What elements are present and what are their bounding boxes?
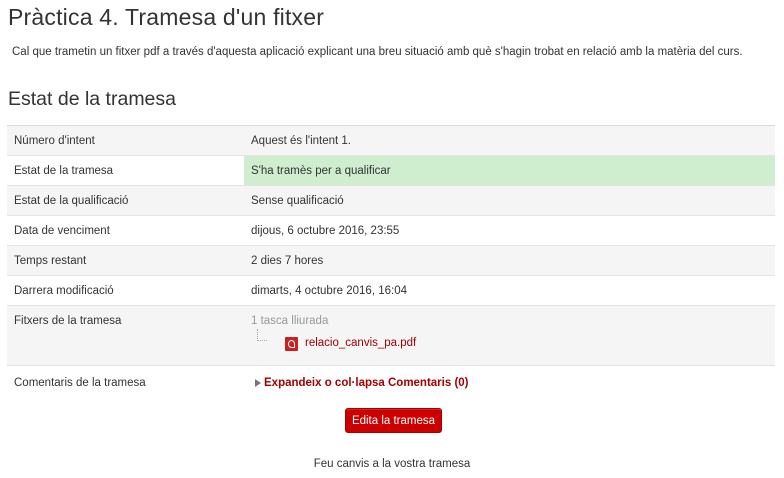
row-value: 1 tasca lliurada relacio_canvis_pa.pdf [244, 305, 775, 366]
row-value: Expandeix o col·lapsa Comentaris (0) [244, 365, 775, 396]
row-label: Estat de la qualificació [7, 185, 244, 216]
row-label: Número d'intent [7, 125, 244, 156]
submitted-file-link[interactable]: relacio_canvis_pa.pdf [305, 337, 416, 349]
row-label: Temps restant [7, 245, 244, 276]
pdf-icon [285, 337, 298, 351]
table-row-due-date: Data de venciment dijous, 6 octubre 2016… [7, 215, 775, 246]
edit-help-text: Feu canvis a la vostra tramesa [313, 458, 471, 470]
table-row-attempt-number: Número d'intent Aquest és l'intent 1. [7, 125, 775, 156]
table-row-grading-status: Estat de la qualificació Sense qualifica… [7, 185, 775, 216]
row-label: Comentaris de la tramesa [7, 365, 244, 396]
submission-status-table: Número d'intent Aquest és l'intent 1. Es… [7, 125, 775, 396]
expand-triangle-icon [255, 378, 261, 387]
row-value: Aquest és l'intent 1. [244, 125, 775, 156]
row-value: 2 dies 7 hores [244, 245, 775, 276]
section-title: Estat de la tramesa [8, 88, 176, 110]
submission-status-value: S'ha tramès per a qualificar [244, 155, 775, 186]
table-row-last-modified: Darrera modificació dimarts, 4 octubre 2… [7, 275, 775, 306]
tree-connector [257, 329, 267, 341]
assignment-description: Cal que trametin un fitxer pdf a través … [12, 46, 743, 58]
table-row-time-remaining: Temps restant 2 dies 7 hores [7, 245, 775, 276]
row-value: dijous, 6 octubre 2016, 23:55 [244, 215, 775, 246]
table-row-submission-files: Fitxers de la tramesa 1 tasca lliurada r… [7, 305, 775, 366]
row-value: dimarts, 4 octubre 2016, 16:04 [244, 275, 775, 306]
row-label: Darrera modificació [7, 275, 244, 306]
page-title: Pràctica 4. Tramesa d'un fitxer [8, 4, 325, 30]
comments-toggle-link[interactable]: Expandeix o col·lapsa Comentaris (0) [251, 377, 469, 389]
comments-toggle-label: Expandeix o col·lapsa Comentaris (0) [264, 376, 469, 389]
row-value: Sense qualificació [244, 185, 775, 216]
table-row-submission-comments: Comentaris de la tramesa Expandeix o col… [7, 365, 775, 396]
row-label: Data de venciment [7, 215, 244, 246]
row-label: Fitxers de la tramesa [7, 305, 244, 366]
row-label: Estat de la tramesa [7, 155, 244, 186]
table-row-submission-status: Estat de la tramesa S'ha tramès per a qu… [7, 155, 775, 186]
edit-submission-button[interactable]: Edita la tramesa [345, 408, 442, 433]
file-tree-item: relacio_canvis_pa.pdf [251, 329, 775, 353]
tasks-submitted-count: 1 tasca lliurada [251, 315, 329, 327]
